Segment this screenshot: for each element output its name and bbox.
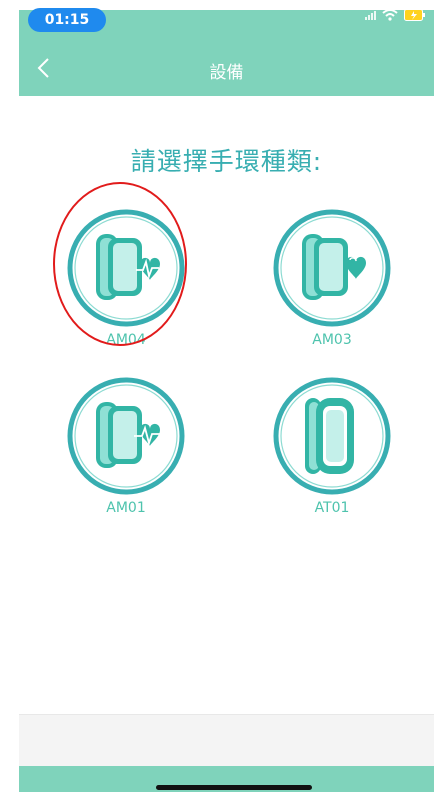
option-label: AM01 — [106, 500, 146, 516]
band-plain-icon — [273, 377, 391, 495]
option-label: AT01 — [314, 500, 350, 516]
signal-icon — [365, 10, 376, 20]
battery-icon — [404, 9, 426, 21]
home-indicator[interactable] — [156, 785, 312, 790]
band-heart-icon — [67, 209, 185, 327]
option-label: AM04 — [106, 332, 146, 348]
option-label: AM03 — [312, 332, 352, 348]
wifi-icon — [382, 9, 398, 21]
band-heart-icon — [273, 209, 391, 327]
option-at01[interactable]: AT01 — [272, 376, 402, 526]
footer-bar — [19, 714, 434, 767]
prompt-heading: 請選擇手環種類: — [130, 147, 323, 176]
option-am04[interactable]: AM04 — [66, 208, 196, 358]
status-icons — [365, 6, 426, 24]
option-am03[interactable]: AM03 — [272, 208, 402, 358]
band-heartbeat-icon — [67, 377, 185, 495]
option-am01[interactable]: AM01 — [66, 376, 196, 526]
page-title: 設備 — [209, 63, 244, 83]
status-time: 01:15 — [28, 8, 106, 32]
nav-bar: 設備 — [19, 40, 434, 96]
